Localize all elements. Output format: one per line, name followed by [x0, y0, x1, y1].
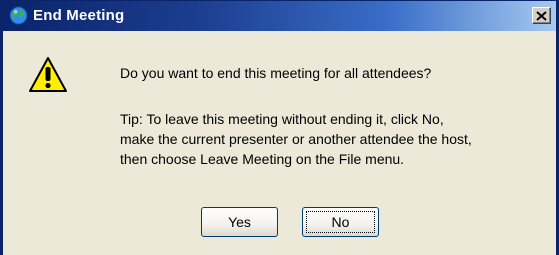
globe-icon: [9, 6, 28, 25]
tip-line: Tip: To leave this meeting without endin…: [120, 111, 444, 127]
close-button[interactable]: [532, 7, 551, 24]
end-meeting-dialog: End Meeting Do you want to end this meet…: [0, 0, 559, 255]
tip-text: Tip: To leave this meeting without endin…: [120, 109, 550, 169]
dialog-message: Do you want to end this meeting for all …: [120, 65, 432, 81]
warning-icon: [29, 57, 67, 92]
yes-button-label: Yes: [228, 214, 251, 230]
window-title: End Meeting: [33, 7, 125, 24]
tip-line: make the current presenter or another at…: [120, 131, 472, 147]
no-button[interactable]: No: [302, 207, 379, 237]
close-icon: [536, 10, 547, 21]
title-bar[interactable]: End Meeting: [3, 1, 556, 31]
tip-line: then choose Leave Meeting on the File me…: [120, 151, 405, 167]
yes-button[interactable]: Yes: [201, 207, 278, 237]
focus-rectangle: [306, 211, 375, 233]
